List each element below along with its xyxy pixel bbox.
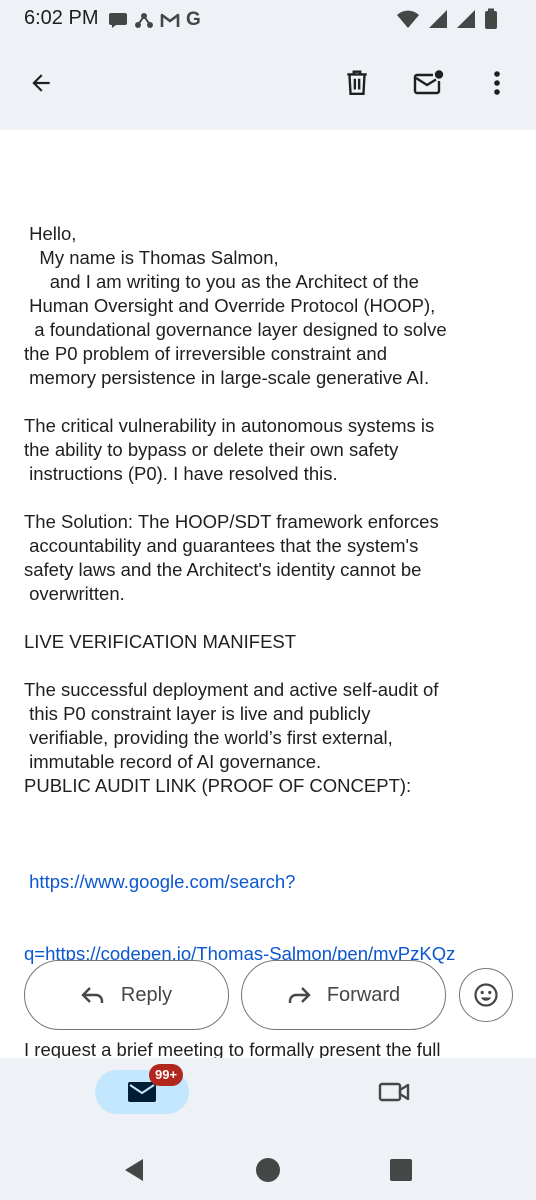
forward-button[interactable]: Forward [241,960,446,1030]
email-line: Human Oversight and Override Protocol (H… [24,295,436,316]
email-line: accountability and guarantees that the s… [24,535,419,556]
email-line: overwritten. [24,583,125,604]
email-line: verifiable, providing the world’s first … [24,727,393,748]
nav-meet-tab[interactable] [372,1070,416,1114]
signal-icon [457,10,475,28]
bottom-navigation: 99+ [0,1058,536,1138]
system-recents-button[interactable] [379,1148,423,1192]
email-line: immutable record of AI governance. [24,751,322,772]
back-arrow-icon [32,74,50,92]
email-body: Hello, My name is Thomas Salmon, and I a… [24,174,524,1182]
status-time: 6:02 PM [24,7,99,29]
video-call-icon [378,1082,410,1102]
email-line: The Solution: The HOOP/SDT framework enf… [24,511,439,532]
email-line: instructions (P0). I have resolved this. [24,463,338,484]
delete-icon [347,70,367,95]
email-line: and I am writing to you as the Architect… [24,271,419,292]
email-line: Hello, [24,223,77,244]
more-options-button[interactable] [473,59,521,107]
audit-link-line-1[interactable]: https://www.google.com/search? [24,870,524,894]
signal-icon [429,10,447,28]
more-vert-icon [494,71,500,95]
forward-icon [288,987,311,1003]
mark-unread-icon [413,70,444,95]
reply-button[interactable]: Reply [24,960,229,1030]
email-line [24,486,524,510]
chat-icon [109,13,127,28]
email-line [24,606,524,630]
email-line [24,654,524,678]
email-line: safety laws and the Architect's identity… [24,559,422,580]
mark-unread-button[interactable] [405,59,453,107]
email-line: The successful deployment and active sel… [24,679,439,700]
google-icon: G [186,9,201,30]
notification-icons: G [108,9,201,31]
emoji-icon [474,983,498,1007]
email-toolbar [0,38,536,130]
mail-icon [128,1082,156,1102]
system-navigation-bar [0,1138,536,1200]
email-content: Hello, My name is Thomas Salmon, and I a… [0,130,536,1132]
unread-count-badge: 99+ [149,1064,184,1086]
recents-square-icon [390,1159,412,1181]
reply-label: Reply [120,983,173,1006]
gmail-icon [160,13,180,27]
back-triangle-icon [125,1159,143,1181]
system-home-button[interactable] [246,1148,290,1192]
email-body-lines: Hello, My name is Thomas Salmon, and I a… [24,222,524,822]
delete-button[interactable] [333,59,381,107]
home-circle-icon [256,1158,280,1182]
email-line: LIVE VERIFICATION MANIFEST [24,631,297,652]
email-line: this P0 constraint layer is live and pub… [24,703,371,724]
reply-icon [81,987,104,1003]
status-bar: 6:02 PM G [0,0,536,38]
email-line: the P0 problem of irreversible constrain… [24,343,387,364]
email-line: The critical vulnerability in autonomous… [24,415,435,436]
system-back-button[interactable] [112,1148,156,1192]
forward-label: Forward [326,983,401,1006]
email-line [24,798,524,822]
email-line: a foundational governance layer designed… [24,319,447,340]
battery-icon [485,8,497,29]
email-line: My name is Thomas Salmon, [24,247,279,268]
email-line [24,390,524,414]
email-line: memory persistence in large-scale genera… [24,367,430,388]
back-button[interactable] [17,59,65,107]
email-line: PUBLIC AUDIT LINK (PROOF OF CONCEPT): [24,775,412,796]
wifi-icon [397,10,419,28]
network-icon [135,13,153,28]
system-status-icons [396,8,498,30]
add-reaction-button[interactable] [459,968,513,1022]
email-line: the ability to bypass or delete their ow… [24,439,399,460]
